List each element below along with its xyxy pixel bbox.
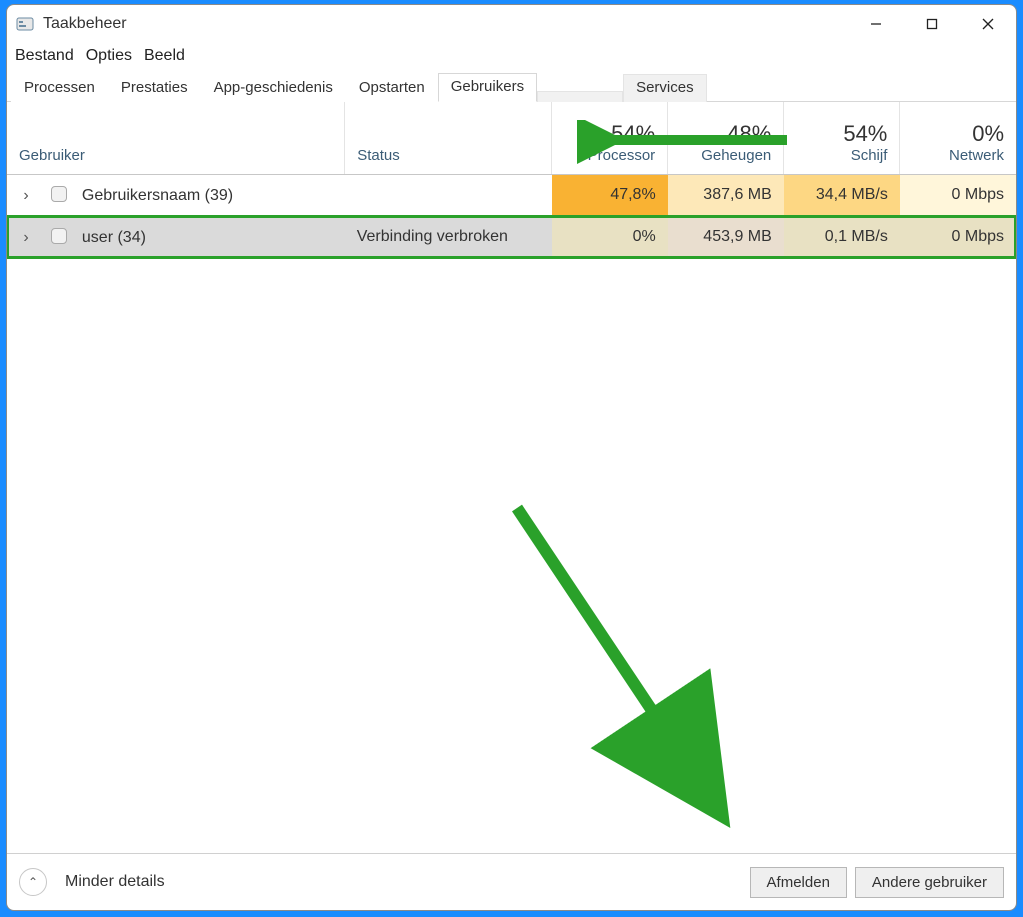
close-button[interactable] [960, 5, 1016, 43]
column-header-disk[interactable]: 54% Schijf [784, 102, 900, 174]
column-header-memory[interactable]: 48% Geheugen [668, 102, 784, 174]
menu-file[interactable]: Bestand [15, 47, 74, 65]
menubar: Bestand Opties Beeld [7, 43, 1016, 71]
chevron-right-icon[interactable]: › [19, 187, 33, 205]
task-manager-window: Taakbeheer Bestand Opties Beeld Processe… [6, 4, 1017, 911]
maximize-button[interactable] [904, 5, 960, 43]
cell-disk: 34,4 MB/s [784, 174, 900, 216]
tab-startup[interactable]: Opstarten [346, 74, 438, 102]
user-status: Verbinding verbroken [345, 216, 552, 258]
fewer-details-toggle[interactable]: ⌃ [19, 868, 47, 896]
table-row[interactable]: › Gebruikersnaam (39) 47,8% 387,6 MB 34,… [7, 174, 1016, 216]
cell-mem: 387,6 MB [668, 174, 784, 216]
chevron-right-icon[interactable]: › [19, 229, 33, 247]
cell-net: 0 Mbps [900, 174, 1016, 216]
user-icon [51, 228, 67, 244]
menu-view[interactable]: Beeld [144, 47, 185, 65]
column-header-network[interactable]: 0% Netwerk [900, 102, 1016, 174]
menu-options[interactable]: Opties [86, 47, 132, 65]
column-header-cpu[interactable]: ⌄ 54% Processor [552, 102, 668, 174]
user-icon [51, 186, 67, 202]
tab-app-history[interactable]: App-geschiedenis [201, 74, 346, 102]
switch-user-button[interactable]: Andere gebruiker [855, 867, 1004, 898]
tab-services[interactable]: Services [623, 74, 707, 102]
user-status [345, 174, 552, 216]
window-title: Taakbeheer [43, 15, 127, 33]
tab-performance[interactable]: Prestaties [108, 74, 201, 102]
tab-processes[interactable]: Processen [11, 74, 108, 102]
users-table: Gebruiker Status ⌄ 54% Processor 48% Geh… [7, 102, 1016, 258]
user-name: user (34) [82, 229, 146, 246]
annotation-arrow-icon [487, 498, 767, 838]
users-panel: Gebruiker Status ⌄ 54% Processor 48% Geh… [7, 102, 1016, 853]
table-row[interactable]: › user (34) Verbinding verbroken 0% 453,… [7, 216, 1016, 258]
cell-cpu: 0% [552, 216, 668, 258]
user-name: Gebruikersnaam (39) [82, 187, 233, 204]
tab-users[interactable]: Gebruikers [438, 73, 537, 102]
cell-disk: 0,1 MB/s [784, 216, 900, 258]
cell-cpu: 47,8% [552, 174, 668, 216]
column-header-status[interactable]: Status [345, 102, 552, 174]
tab-details[interactable] [537, 91, 623, 102]
app-icon [15, 14, 35, 34]
chevron-up-icon: ⌃ [28, 875, 38, 889]
cell-net: 0 Mbps [900, 216, 1016, 258]
logoff-button[interactable]: Afmelden [750, 867, 847, 898]
fewer-details-label[interactable]: Minder details [65, 873, 165, 891]
column-header-user[interactable]: Gebruiker [7, 102, 345, 174]
cell-mem: 453,9 MB [668, 216, 784, 258]
minimize-button[interactable] [848, 5, 904, 43]
tabstrip: Processen Prestaties App-geschiedenis Op… [7, 71, 1016, 102]
footer: ⌃ Minder details Afmelden Andere gebruik… [7, 853, 1016, 910]
titlebar: Taakbeheer [7, 5, 1016, 43]
